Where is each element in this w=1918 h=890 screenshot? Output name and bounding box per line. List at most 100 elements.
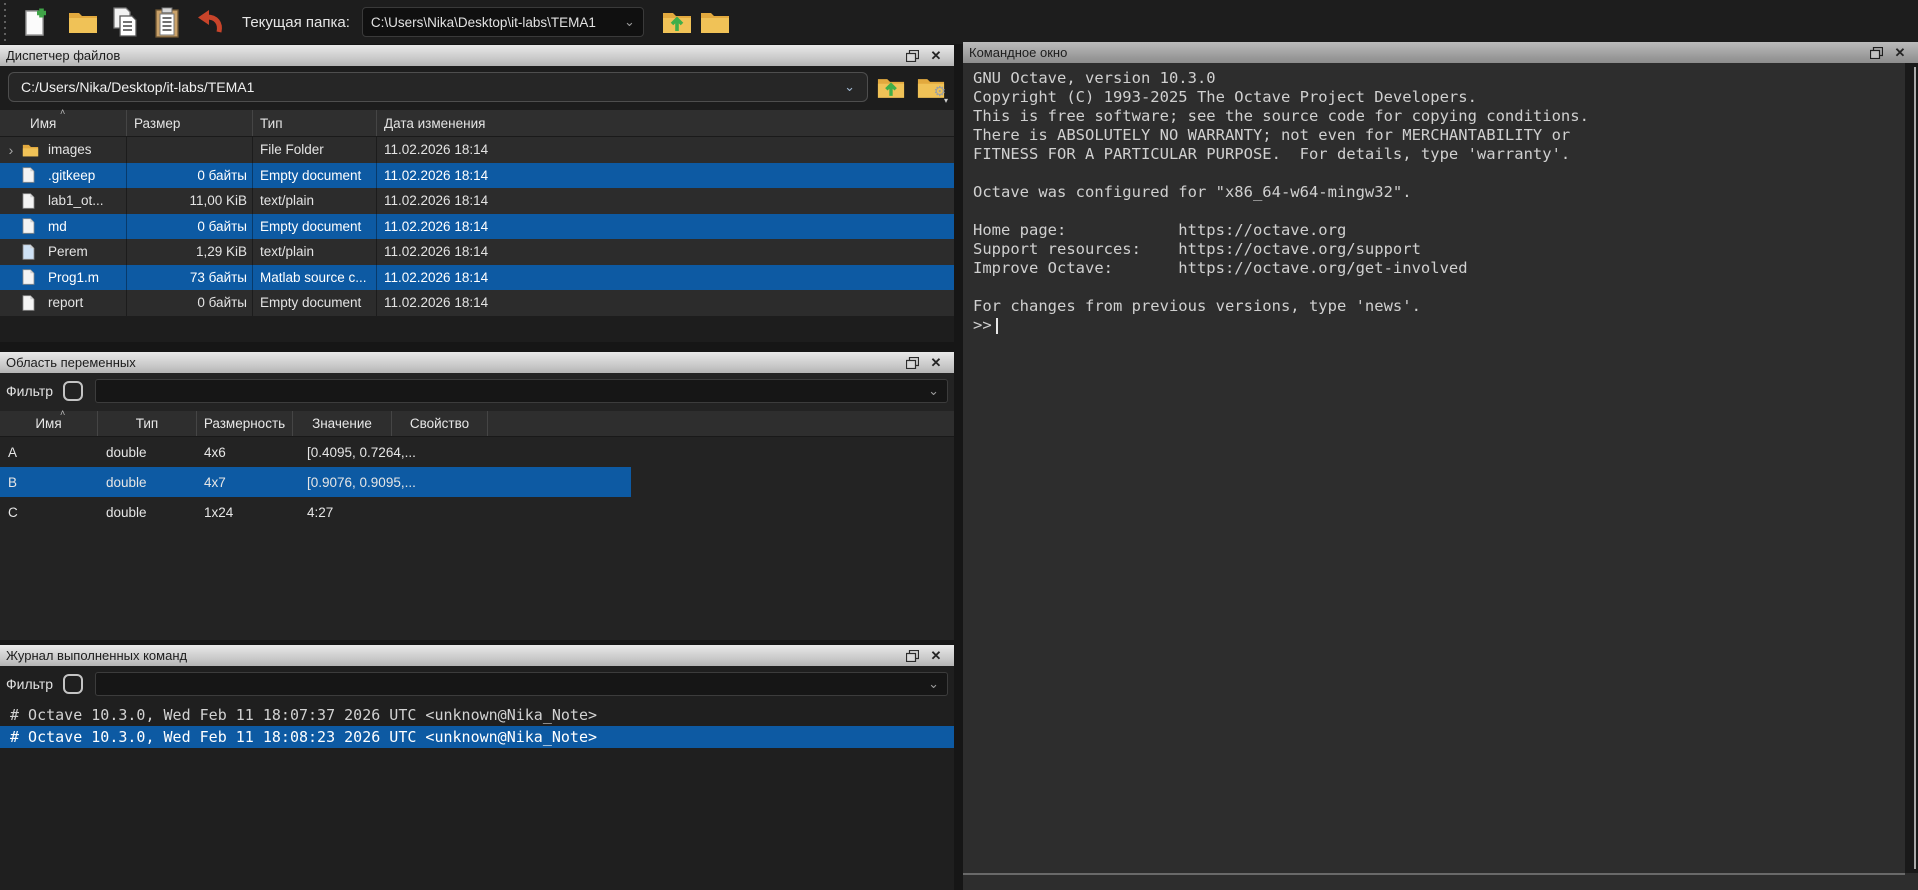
- command-window-body[interactable]: GNU Octave, version 10.3.0 Copyright (C)…: [963, 63, 1918, 890]
- file-icon: [22, 218, 42, 234]
- file-manager-panel: Диспетчер файлов ✕ C:/Users/Nika/Desktop…: [0, 45, 954, 342]
- column-header-type[interactable]: Тип: [98, 411, 197, 436]
- workspace-table-header[interactable]: ˄ Имя Тип Размерность Значение Свойство: [0, 411, 954, 437]
- command-window-titlebar[interactable]: Командное окно ✕: [963, 42, 1918, 63]
- file-row[interactable]: report0 байтыEmpty document11.02.2026 18…: [0, 290, 954, 316]
- current-folder-label: Текущая папка:: [242, 14, 350, 31]
- file-icon: [22, 244, 42, 260]
- close-icon[interactable]: ✕: [1888, 44, 1912, 61]
- folder-up-icon[interactable]: [660, 5, 694, 39]
- console-prompt-line[interactable]: >>: [963, 316, 1918, 335]
- column-header-attribute[interactable]: Свойство: [392, 411, 488, 436]
- file-type: Empty document: [253, 214, 377, 240]
- file-date: 11.02.2026 18:14: [377, 163, 954, 189]
- path-value: C:/Users/Nika/Desktop/it-labs/TEMA1: [21, 79, 254, 95]
- filter-checkbox[interactable]: [63, 381, 83, 401]
- file-table-header[interactable]: ˄ Имя Размер Тип Дата изменения: [0, 110, 954, 137]
- column-header-value[interactable]: Значение: [293, 411, 392, 436]
- open-folder-icon[interactable]: [66, 5, 100, 39]
- file-size: 0 байты: [127, 214, 253, 240]
- chevron-down-icon[interactable]: ⌄: [928, 386, 939, 396]
- history-entry[interactable]: # Octave 10.3.0, Wed Feb 11 18:07:37 202…: [0, 704, 954, 726]
- file-row[interactable]: Prog1.m 73 байтыMatlab source c...11.02.2…: [0, 265, 954, 291]
- current-folder-value: C:\Users\Nika\Desktop\it-labs\TEMA1: [371, 15, 596, 30]
- file-size: 0 байты: [127, 290, 253, 316]
- file-table: ˄ Имя Размер Тип Дата изменения ›imagesF…: [0, 110, 954, 316]
- workspace-titlebar[interactable]: Область переменных ✕: [0, 352, 954, 373]
- filter-label: Фильтр: [6, 383, 53, 399]
- history-entry[interactable]: # Octave 10.3.0, Wed Feb 11 18:08:23 202…: [0, 726, 954, 748]
- close-icon[interactable]: ✕: [924, 647, 948, 664]
- close-icon[interactable]: ✕: [924, 47, 948, 64]
- file-manager-titlebar[interactable]: Диспетчер файлов ✕: [0, 45, 954, 66]
- file-type: text/plain: [253, 188, 377, 214]
- variable-row[interactable]: Cdouble1x244:27: [0, 497, 954, 527]
- command-history-panel: Журнал выполненных команд ✕ Фильтр ⌄ # O…: [0, 645, 954, 890]
- file-row[interactable]: ›imagesFile Folder11.02.2026 18:14: [0, 137, 954, 163]
- workspace-filter-row: Фильтр ⌄: [0, 373, 954, 407]
- horizontal-scrollbar[interactable]: [963, 873, 1905, 875]
- vertical-scrollbar[interactable]: [1905, 63, 1918, 873]
- path-combobox[interactable]: C:/Users/Nika/Desktop/it-labs/TEMA1 ⌄: [8, 72, 868, 102]
- file-date: 11.02.2026 18:14: [377, 214, 954, 240]
- copy-icon[interactable]: [108, 5, 142, 39]
- browse-folder-icon[interactable]: [698, 5, 732, 39]
- filter-label: Фильтр: [6, 676, 53, 692]
- filter-checkbox[interactable]: [63, 674, 83, 694]
- column-header-name[interactable]: Имя: [0, 411, 98, 436]
- file-size: 73 байты: [127, 265, 253, 291]
- column-header-date[interactable]: Дата изменения: [377, 110, 954, 136]
- variable-type: double: [98, 445, 197, 460]
- chevron-down-icon[interactable]: ⌄: [844, 82, 855, 92]
- undock-icon[interactable]: [900, 647, 924, 664]
- chevron-down-icon[interactable]: ⌄: [928, 679, 939, 689]
- history-filter-row: Фильтр ⌄: [0, 666, 954, 700]
- variable-name: A: [0, 445, 98, 460]
- file-manager-title: Диспетчер файлов: [6, 48, 900, 63]
- workspace-rows: Adouble4x6[0.4095, 0.7264,...Bdouble4x7[…: [0, 437, 954, 527]
- file-row[interactable]: md0 байтыEmpty document11.02.2026 18:14: [0, 214, 954, 240]
- variable-row[interactable]: Bdouble4x7[0.9076, 0.9095,...: [0, 467, 954, 497]
- variable-row[interactable]: Adouble4x6[0.4095, 0.7264,...: [0, 437, 954, 467]
- file-type: Empty document: [253, 290, 377, 316]
- file-icon: [22, 269, 42, 285]
- toolbar-drag-handle[interactable]: [2, 3, 10, 41]
- file-row[interactable]: Perem1,29 KiBtext/plain11.02.2026 18:14: [0, 239, 954, 265]
- main-toolbar: Текущая папка: C:\Users\Nika\Desktop\it-…: [0, 0, 1918, 44]
- command-history-titlebar[interactable]: Журнал выполненных команд ✕: [0, 645, 954, 666]
- chevron-down-icon[interactable]: ⌄: [624, 17, 635, 27]
- file-name: Prog1.m: [42, 270, 99, 285]
- file-manager-path-row: C:/Users/Nika/Desktop/it-labs/TEMA1 ⌄: [0, 66, 954, 108]
- sort-ascending-icon: ˄: [60, 408, 65, 418]
- filter-combobox[interactable]: ⌄: [95, 672, 948, 696]
- column-header-type[interactable]: Тип: [253, 110, 377, 136]
- new-file-icon[interactable]: [18, 5, 52, 39]
- filter-combobox[interactable]: ⌄: [95, 379, 948, 403]
- variable-value: 4:27: [293, 505, 392, 520]
- folder-actions-icon[interactable]: ⚙ ▾: [914, 72, 948, 102]
- file-name: .gitkeep: [42, 168, 95, 183]
- scrollbar-thumb[interactable]: [1914, 67, 1916, 869]
- file-type: Matlab source c...: [253, 265, 377, 291]
- file-row[interactable]: lab1_ot...11,00 KiBtext/plain11.02.2026 …: [0, 188, 954, 214]
- variable-name: C: [0, 505, 98, 520]
- undock-icon[interactable]: [900, 354, 924, 371]
- undock-icon[interactable]: [900, 47, 924, 64]
- undo-icon[interactable]: [192, 5, 226, 39]
- folder-up-icon[interactable]: [874, 72, 908, 102]
- close-icon[interactable]: ✕: [924, 354, 948, 371]
- paste-icon[interactable]: [150, 5, 184, 39]
- file-date: 11.02.2026 18:14: [377, 265, 954, 291]
- file-row[interactable]: .gitkeep0 байтыEmpty document11.02.2026 …: [0, 163, 954, 189]
- expand-chevron-icon[interactable]: ›: [0, 142, 22, 158]
- command-window-title: Командное окно: [969, 45, 1864, 60]
- file-type: text/plain: [253, 239, 377, 265]
- file-size: 0 байты: [127, 163, 253, 189]
- octave-main-window: Текущая папка: C:\Users\Nika\Desktop\it-…: [0, 0, 1918, 890]
- file-type: File Folder: [253, 137, 377, 163]
- file-date: 11.02.2026 18:14: [377, 188, 954, 214]
- column-header-size[interactable]: Размер: [127, 110, 253, 136]
- undock-icon[interactable]: [1864, 44, 1888, 61]
- current-folder-combobox[interactable]: C:\Users\Nika\Desktop\it-labs\TEMA1 ⌄: [362, 7, 644, 37]
- column-header-dims[interactable]: Размерность: [197, 411, 293, 436]
